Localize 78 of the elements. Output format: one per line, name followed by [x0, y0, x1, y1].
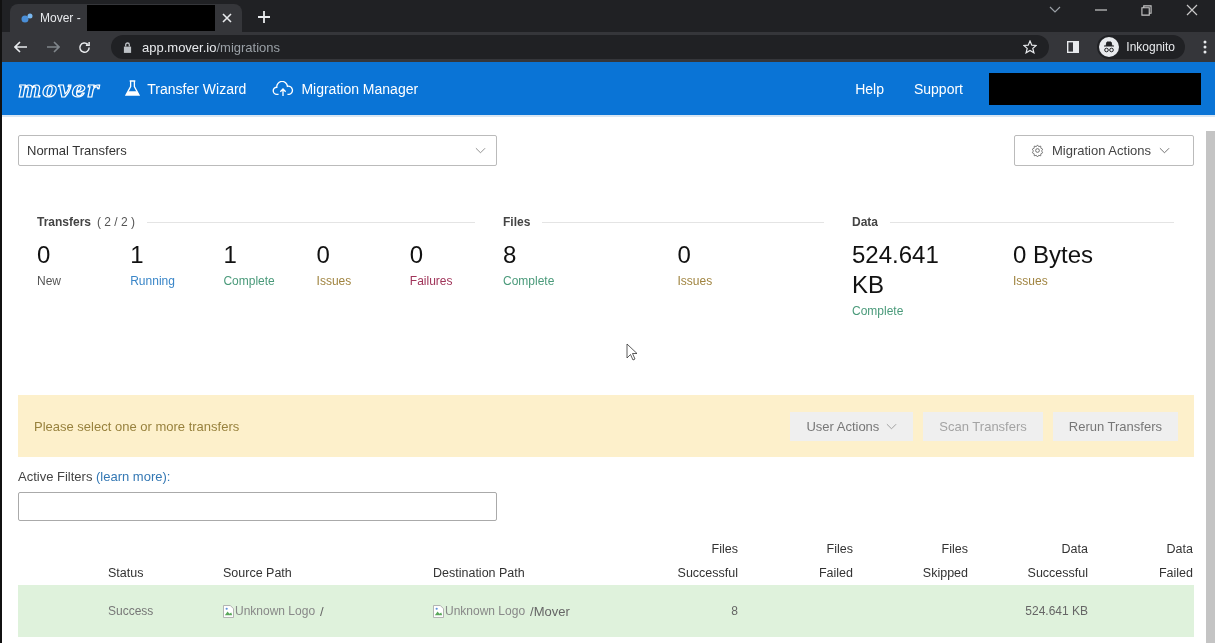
address-bar[interactable]: app.mover.io/migrations — [111, 35, 1050, 59]
side-panel-icon[interactable] — [1067, 41, 1080, 53]
tab-title: Mover - — [40, 11, 81, 25]
flask-icon — [125, 80, 141, 97]
stat-label: New — [37, 274, 62, 288]
cloud-upload-icon — [272, 80, 295, 97]
stat-label: Issues — [1013, 274, 1049, 288]
stat-value: 0 — [677, 240, 692, 270]
filter-input[interactable] — [18, 492, 497, 521]
stat-label: Complete — [852, 304, 905, 318]
lock-icon — [123, 41, 132, 53]
table-cell: / — [320, 603, 324, 619]
table-cell: 8 — [731, 604, 738, 618]
broken-image-icon — [223, 604, 234, 618]
stat-label: Issues — [677, 274, 714, 288]
url-text: app.mover.io/migrations — [142, 39, 280, 55]
table-row[interactable]: Success Unknown Logo / Unknown Logo /Mover 8 524.641 KB — [18, 585, 1194, 637]
favicon-icon — [20, 11, 34, 25]
stat-label: Complete — [503, 274, 556, 288]
incognito-icon — [1099, 37, 1120, 57]
close-icon[interactable] — [1186, 4, 1198, 16]
cursor-icon — [626, 343, 638, 361]
migration-actions-button[interactable]: Migration Actions — [1014, 135, 1194, 166]
gear-icon — [1031, 144, 1044, 157]
stat-group-title: Transfers — [37, 215, 92, 229]
banner-message: Please select one or more transfers — [34, 418, 240, 434]
stat-value: 0 Bytes — [1013, 240, 1095, 270]
column-header: Files Skipped — [921, 541, 968, 582]
browser-tab[interactable]: Mover - — [10, 4, 242, 32]
nav-link[interactable]: Transfer Wizard — [125, 80, 247, 97]
stat-group-title: Files — [503, 215, 531, 229]
star-icon[interactable] — [1023, 40, 1038, 54]
column-header: Data Failed — [1157, 541, 1193, 582]
stat-value: 0 — [37, 240, 52, 270]
stat-group-title: Data — [852, 215, 878, 229]
filters-label: Active Filters (learn more): — [18, 469, 172, 484]
reload-icon[interactable] — [78, 40, 91, 54]
broken-image-icon — [433, 604, 444, 618]
column-header: Source Path — [223, 565, 293, 582]
forward-icon[interactable] — [46, 41, 60, 53]
stat-value: 524.641 KB — [852, 240, 940, 300]
column-header: Files Failed — [817, 541, 853, 582]
nav-link[interactable]: Support — [913, 80, 963, 97]
stat-label: Complete — [223, 274, 276, 288]
table-cell: /Mover — [530, 603, 570, 619]
stat-value: 1 — [223, 240, 238, 270]
stat-value: 1 — [130, 240, 145, 270]
back-icon[interactable] — [14, 41, 28, 53]
action-button[interactable]: Rerun Transfers — [1052, 411, 1178, 441]
stat-value: 0 — [316, 240, 331, 270]
column-header: Files Successful — [676, 541, 738, 582]
nav-link[interactable]: Help — [855, 80, 884, 97]
stat-label: Running — [130, 274, 176, 288]
nav-link[interactable]: Migration Manager — [272, 80, 419, 97]
image-alt-text: Unknown Logo — [235, 604, 316, 618]
restore-icon[interactable] — [1141, 4, 1152, 16]
chevron-down-icon — [1159, 147, 1170, 154]
transfer-type-dropdown[interactable]: Normal Transfers — [18, 135, 497, 166]
chevron-down-icon — [475, 147, 486, 154]
stat-label: Issues — [316, 274, 353, 288]
new-tab-icon[interactable] — [258, 11, 270, 23]
table-cell: Success — [108, 604, 154, 618]
action-button[interactable]: User Actions — [790, 411, 914, 441]
stat-value: 0 — [409, 240, 425, 270]
chevron-down-icon[interactable] — [1049, 6, 1061, 14]
profile-button[interactable]: Inkognito — [1097, 35, 1185, 59]
stat-value: 8 — [503, 240, 518, 270]
stat-label: Failures — [409, 274, 454, 288]
column-header: Status — [108, 565, 145, 582]
more-icon[interactable] — [1203, 40, 1207, 54]
logo[interactable]: mover — [18, 75, 100, 102]
scrollbar[interactable] — [1206, 131, 1215, 643]
image-alt-text: Unknown Logo — [445, 604, 526, 618]
column-header: Data Successful — [1026, 541, 1088, 582]
learn-more-link[interactable]: (learn more): — [96, 469, 171, 484]
column-header: Destination Path — [433, 565, 526, 582]
stat-group-count: ( 2 / 2 ) — [97, 215, 136, 229]
table-cell: 524.641 KB — [1025, 604, 1088, 618]
